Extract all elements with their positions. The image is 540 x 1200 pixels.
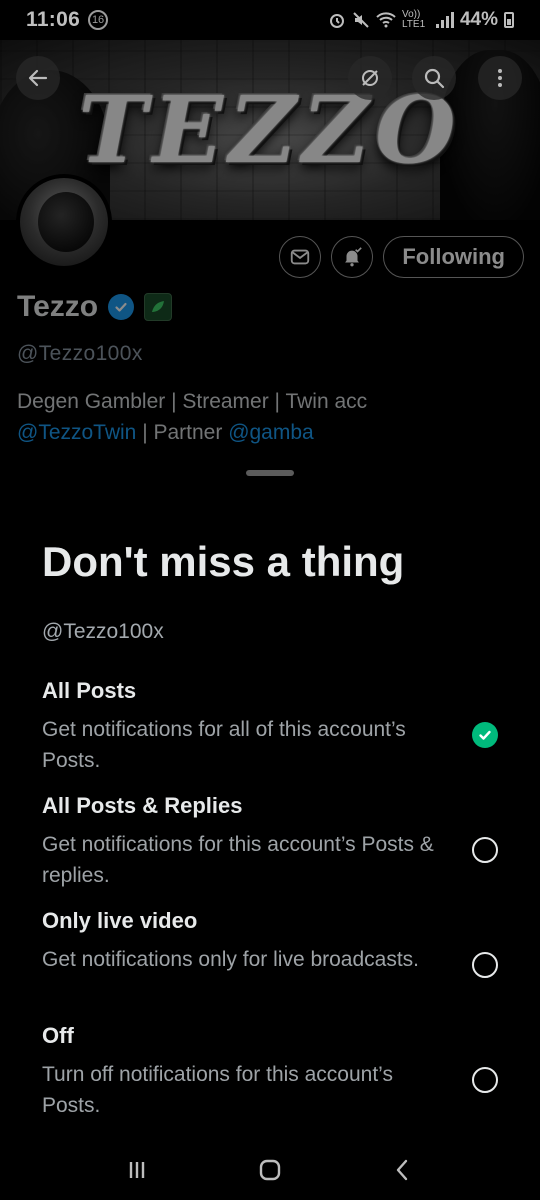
name-row: Tezzo xyxy=(17,290,523,324)
avatar[interactable] xyxy=(16,174,112,270)
following-button[interactable]: Following xyxy=(383,236,524,278)
profile-handle: @Tezzo100x xyxy=(17,342,143,365)
search-icon xyxy=(424,68,445,89)
option-title: All Posts xyxy=(42,678,137,703)
radio-checked-icon[interactable] xyxy=(472,722,498,748)
back-button[interactable] xyxy=(16,56,60,100)
affiliate-badge-icon[interactable] xyxy=(144,293,173,321)
wifi-icon xyxy=(376,12,396,28)
display-name: Tezzo xyxy=(17,290,99,323)
option-description: Turn off notifications for this account’… xyxy=(42,1063,393,1117)
option-only-live-video[interactable]: Only live video Get notifications only f… xyxy=(42,908,498,978)
notification-count-badge: 16 xyxy=(88,10,109,30)
back-chevron-icon[interactable] xyxy=(389,1156,417,1184)
battery-percent: 44% xyxy=(459,9,498,30)
screen: 11:06 16 Vo)) LTE1 44% TEZZO Following T… xyxy=(0,0,540,1200)
option-all-posts-replies[interactable]: All Posts & Replies Get notifications fo… xyxy=(42,793,498,891)
bio-mention-gamba[interactable]: @gamba xyxy=(228,421,314,444)
notification-sheet: Don't miss a thing @Tezzo100x All Posts … xyxy=(0,490,540,1140)
sheet-title: Don't miss a thing xyxy=(42,538,405,585)
status-time: 11:06 xyxy=(26,8,81,31)
bio-line-2: @TezzoTwin | Partner @gamba xyxy=(17,417,523,448)
network-label: Vo)) LTE1 xyxy=(401,9,426,30)
grok-icon xyxy=(362,70,378,86)
bio-mention-tezzotwin[interactable]: @TezzoTwin xyxy=(17,421,136,444)
option-title: All Posts & Replies xyxy=(42,793,243,818)
sheet-handle: @Tezzo100x xyxy=(42,620,164,643)
option-description: Get notifications for all of this accoun… xyxy=(42,718,406,772)
radio-icon[interactable] xyxy=(472,952,498,978)
more-vertical-icon xyxy=(498,69,502,87)
profile-info: Tezzo @Tezzo100x Degen Gambler | Streame… xyxy=(17,290,523,448)
option-title: Only live video xyxy=(42,908,198,933)
verified-badge-icon[interactable] xyxy=(108,294,135,320)
status-bar: 11:06 16 Vo)) LTE1 44% xyxy=(0,0,540,40)
radio-icon[interactable] xyxy=(472,837,498,863)
alarm-icon xyxy=(329,14,344,28)
signal-icon xyxy=(435,12,454,28)
option-off[interactable]: Off Turn off notifications for this acco… xyxy=(42,1023,498,1121)
notify-button[interactable] xyxy=(331,236,374,278)
envelope-icon xyxy=(291,249,310,265)
home-icon[interactable] xyxy=(256,1156,284,1184)
profile-bio: Degen Gambler | Streamer | Twin acc @Tez… xyxy=(17,386,523,448)
option-description: Get notifications for this account’s Pos… xyxy=(42,833,434,887)
bio-line-1: Degen Gambler | Streamer | Twin acc xyxy=(17,390,368,413)
bell-check-icon xyxy=(345,247,363,267)
option-title: Off xyxy=(42,1023,74,1048)
search-button[interactable] xyxy=(412,56,456,100)
system-nav-bar xyxy=(0,1140,540,1200)
sheet-drag-handle[interactable] xyxy=(246,470,294,476)
profile-actions: Following xyxy=(279,236,524,278)
battery-icon xyxy=(504,12,514,28)
message-button[interactable] xyxy=(279,236,322,278)
option-description: Get notifications only for live broadcas… xyxy=(42,948,420,971)
recents-icon[interactable] xyxy=(123,1156,151,1184)
bio-partner-text: | Partner xyxy=(136,421,229,444)
arrow-left-icon xyxy=(28,69,48,87)
radio-icon[interactable] xyxy=(472,1067,498,1093)
mute-icon xyxy=(353,12,369,28)
option-all-posts[interactable]: All Posts Get notifications for all of t… xyxy=(42,678,498,776)
more-options-button[interactable] xyxy=(478,56,522,100)
grok-button[interactable] xyxy=(348,56,392,100)
status-icons: Vo)) LTE1 44% xyxy=(328,9,514,31)
